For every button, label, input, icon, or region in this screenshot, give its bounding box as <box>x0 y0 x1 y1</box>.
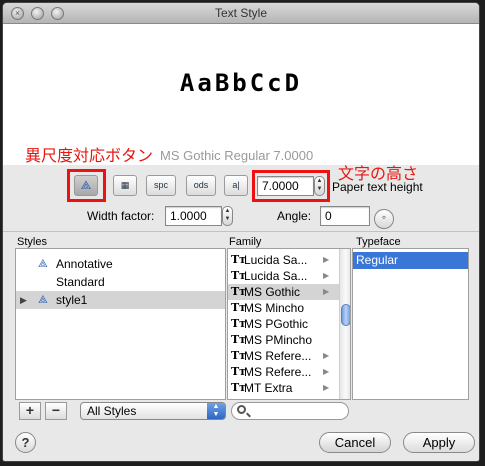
width-factor-stepper[interactable]: ▲ ▼ <box>222 206 233 226</box>
popup-arrows-icon: ▲ ▼ <box>207 403 225 419</box>
text-height-label: Paper text height <box>332 180 423 194</box>
list-item[interactable]: Tт MT Extra ▶ <box>228 380 350 396</box>
list-item[interactable]: Tт MS Refere... ▶ <box>228 364 350 380</box>
divider <box>3 231 479 232</box>
width-factor-label: Width factor: <box>87 209 155 223</box>
remove-style-button[interactable]: − <box>45 402 67 420</box>
chevron-right-icon: ▶ <box>323 351 330 360</box>
angle-label: Angle: <box>277 209 312 223</box>
cancel-button[interactable]: Cancel <box>319 432 391 453</box>
spacing-icon: spc <box>153 180 168 190</box>
text-height-highlight-box <box>252 170 330 202</box>
spacing-button[interactable]: spc <box>146 175 176 196</box>
chevron-right-icon: ▶ <box>323 383 330 392</box>
chevron-right-icon: ▶ <box>323 271 330 280</box>
search-input[interactable] <box>231 402 349 420</box>
apply-button[interactable]: Apply <box>403 432 475 453</box>
list-item[interactable]: Regular <box>353 252 468 269</box>
list-item[interactable]: Tт MS Gothic ▶ <box>228 284 350 300</box>
preview-sample-text: AaBbCcD <box>179 69 303 97</box>
list-item[interactable]: Tт MS PMincho <box>228 332 350 348</box>
width-factor-field[interactable]: 1.0000 <box>165 206 222 226</box>
oblique-icon: ods <box>193 180 209 190</box>
typeface-header: Typeface <box>356 236 401 248</box>
list-item[interactable]: Tт MS PGothic <box>228 316 350 332</box>
annotative-highlight-box <box>67 169 106 202</box>
preview-font-info: MS Gothic Regular 7.0000 <box>160 148 314 163</box>
list-item[interactable]: Tт MS Refere... ▶ <box>228 348 350 364</box>
styles-list: ⟁ Annotative Standard ▶ ⟁ style1 <box>15 248 226 400</box>
list-item[interactable]: ⟁ Annotative <box>16 255 225 273</box>
family-header: Family <box>229 236 262 248</box>
list-item[interactable]: ▶ ⟁ style1 <box>16 291 225 309</box>
vertical-text-button[interactable]: a| <box>224 175 248 196</box>
scrollbar-thumb[interactable] <box>341 304 350 326</box>
angle-field[interactable]: 0 <box>320 206 370 226</box>
annotative-button-annotation: 異尺度対応ボタン <box>25 148 154 165</box>
text-style-window: × Text Style AaBbCcD MS Gothic Regular 7… <box>2 2 480 462</box>
help-button[interactable]: ? <box>15 432 36 453</box>
annotative-icon: ⟁ <box>38 258 48 270</box>
list-item[interactable]: Tт Lucida Sa... ▶ <box>228 268 350 284</box>
disclosure-triangle-icon[interactable]: ▶ <box>20 291 27 309</box>
oblique-button[interactable]: ods <box>186 175 216 196</box>
background-icon: ▦ <box>120 180 130 190</box>
search-icon <box>237 405 246 414</box>
chevron-right-icon: ▶ <box>323 287 330 296</box>
style-filter-value: All Styles <box>87 404 137 418</box>
typeface-list: Regular <box>352 248 469 400</box>
family-scrollbar[interactable] <box>339 249 350 399</box>
list-item[interactable]: Standard <box>16 273 225 291</box>
family-list: Tт Lucida Sa... ▶ Tт Lucida Sa... ▶ Tт MS Got… <box>227 248 351 400</box>
style-filter-select[interactable]: All Styles ▲ ▼ <box>80 402 226 420</box>
list-item[interactable]: Tт Lucida Sa... ▶ <box>228 252 350 268</box>
title-bar: × Text Style <box>3 3 479 24</box>
list-item[interactable]: Tт MS Mincho <box>228 300 350 316</box>
vertical-text-icon: a| <box>232 180 240 190</box>
styles-header: Styles <box>17 236 47 248</box>
add-style-button[interactable]: + <box>19 402 41 420</box>
annotative-icon: ⟁ <box>38 294 48 306</box>
window-title: Text Style <box>214 6 268 20</box>
chevron-right-icon: ▶ <box>323 255 330 264</box>
chevron-right-icon: ▶ <box>323 367 330 376</box>
background-button[interactable]: ▦ <box>113 175 137 196</box>
angle-dial-button[interactable]: ◦ <box>374 209 394 229</box>
